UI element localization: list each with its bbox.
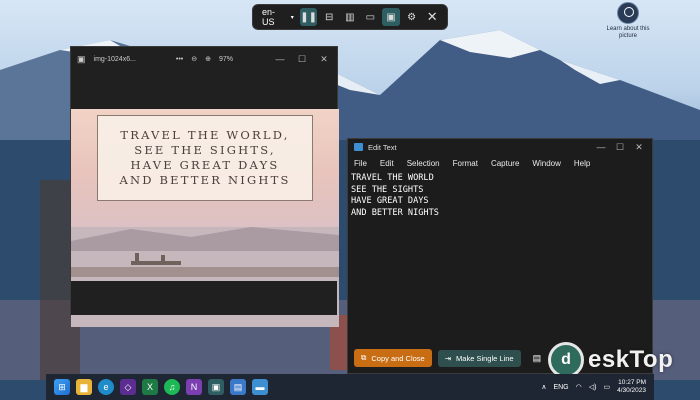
editor-menubar: File Edit Selection Format Capture Windo…: [348, 155, 652, 171]
menu-selection[interactable]: Selection: [407, 159, 440, 168]
options-icon[interactable]: ▤: [533, 353, 542, 364]
clock-date: 4/30/2023: [617, 387, 646, 394]
watermark-d-icon: d: [548, 342, 584, 378]
wifi-icon[interactable]: ◠: [576, 383, 582, 391]
desktop-icon-label: Learn about this picture: [606, 26, 650, 39]
close-icon[interactable]: ✕: [632, 142, 646, 153]
app-icon: [354, 143, 363, 151]
capture-app-icon[interactable]: ▣: [208, 379, 224, 395]
menu-file[interactable]: File: [354, 159, 367, 168]
quote-line: HAVE GREAT DAYS: [130, 158, 280, 172]
close-icon[interactable]: ✕: [317, 54, 331, 65]
file-explorer-icon[interactable]: ▆: [76, 379, 92, 395]
edge-browser-icon[interactable]: e: [98, 379, 114, 395]
menu-edit[interactable]: Edit: [380, 159, 394, 168]
region-capture-icon[interactable]: ▭: [362, 8, 380, 26]
copy-and-close-label: Copy and Close: [371, 353, 425, 363]
edit-text-window: Edit Text — ☐ ✕ File Edit Selection Form…: [347, 138, 653, 374]
photo-viewer-window: ▣ img-1024x6... ••• ⊖ ⊕ 97% — ☐ ✕ TRAVEL…: [70, 46, 339, 327]
excel-icon[interactable]: X: [142, 379, 158, 395]
photos-icon[interactable]: ▤: [230, 379, 246, 395]
viewer-titlebar: ▣ img-1024x6... ••• ⊖ ⊕ 97% — ☐ ✕: [71, 47, 337, 71]
visual-studio-icon[interactable]: ◇: [120, 379, 136, 395]
quote-text-box: TRAVEL THE WORLD, SEE THE SIGHTS, HAVE G…: [97, 115, 313, 201]
language-indicator[interactable]: ENG: [553, 384, 568, 391]
clock-time: 10:27 PM: [618, 379, 646, 386]
text-line: TRAVEL THE WORLD: [351, 173, 434, 183]
make-single-line-label: Make Single Line: [456, 353, 514, 363]
onenote-icon[interactable]: N: [186, 379, 202, 395]
window-capture-icon[interactable]: ▥: [341, 8, 359, 26]
watermark-logo: d eskTop: [548, 342, 673, 378]
pause-icon[interactable]: ❚❚: [299, 8, 318, 26]
fullscreen-capture-icon[interactable]: ⊟: [320, 8, 338, 26]
watermark-text: eskTop: [588, 346, 674, 373]
chevron-up-icon[interactable]: ∧: [541, 383, 546, 391]
learn-about-picture-shortcut[interactable]: Learn about this picture: [606, 2, 650, 40]
menu-format[interactable]: Format: [453, 159, 478, 168]
taskbar: ⊞ ▆ e ◇ X ♫ N ▣ ▤ ▬ ∧ ENG ◠ ◁) ▭ 10:27 P…: [46, 374, 654, 400]
spotify-icon[interactable]: ♫: [164, 379, 180, 395]
battery-icon[interactable]: ▭: [603, 383, 610, 391]
text-line: HAVE GREAT DAYS: [351, 196, 429, 206]
language-selector[interactable]: en-US ▾: [259, 7, 297, 27]
settings-gear-icon[interactable]: ⚙: [403, 8, 421, 26]
zoom-out-icon[interactable]: ⊖: [191, 55, 197, 63]
system-tray: ∧ ENG ◠ ◁) ▭ 10:27 PM 4/30/2023: [541, 379, 646, 395]
editor-titlebar: Edit Text — ☐ ✕: [348, 139, 652, 155]
edit-text-app-icon[interactable]: ▬: [252, 379, 268, 395]
more-options-icon[interactable]: •••: [176, 56, 183, 63]
maximize-icon[interactable]: ☐: [613, 142, 627, 153]
menu-help[interactable]: Help: [574, 159, 590, 168]
text-line: AND BETTER NIGHTS: [351, 207, 439, 218]
start-windows-icon[interactable]: ⊞: [54, 379, 70, 395]
viewer-filename: img-1024x6...: [93, 55, 136, 63]
minimize-icon[interactable]: —: [273, 54, 287, 64]
text-line: SEE THE SIGHTS: [351, 184, 424, 195]
single-line-icon: ⇥: [444, 353, 452, 363]
make-single-line-button[interactable]: ⇥ Make Single Line: [437, 349, 521, 367]
maximize-icon[interactable]: ☐: [295, 54, 309, 65]
quote-line: SEE THE SIGHTS,: [134, 143, 276, 157]
image-icon: ▣: [77, 53, 86, 64]
quote-line: TRAVEL THE WORLD,: [120, 128, 290, 142]
editor-title: Edit Text: [368, 142, 397, 152]
zoom-in-icon[interactable]: ⊕: [205, 55, 211, 63]
chevron-down-icon: ▾: [290, 14, 294, 21]
camera-icon: [617, 2, 639, 24]
copy-and-close-button[interactable]: ⧉ Copy and Close: [354, 349, 432, 367]
viewer-footer: [71, 281, 337, 315]
volume-icon[interactable]: ◁): [589, 383, 597, 391]
close-icon[interactable]: ✕: [423, 8, 441, 26]
capture-toolbar: en-US ▾ ❚❚ ⊟ ▥ ▭ ▣ ⚙ ✕: [252, 4, 448, 30]
menu-window[interactable]: Window: [532, 159, 560, 168]
quote-line: AND BETTER NIGHTS: [119, 173, 291, 187]
table-capture-icon[interactable]: ▣: [382, 8, 400, 26]
copy-icon: ⧉: [361, 353, 367, 362]
editor-text-area[interactable]: TRAVEL THE WORLD SEE THE SIGHTS HAVE GRE…: [348, 171, 652, 341]
clock[interactable]: 10:27 PM 4/30/2023: [617, 379, 646, 395]
menu-capture[interactable]: Capture: [491, 159, 519, 168]
language-label: en-US: [262, 7, 276, 27]
minimize-icon[interactable]: —: [594, 142, 608, 152]
zoom-level: 97%: [219, 55, 234, 63]
